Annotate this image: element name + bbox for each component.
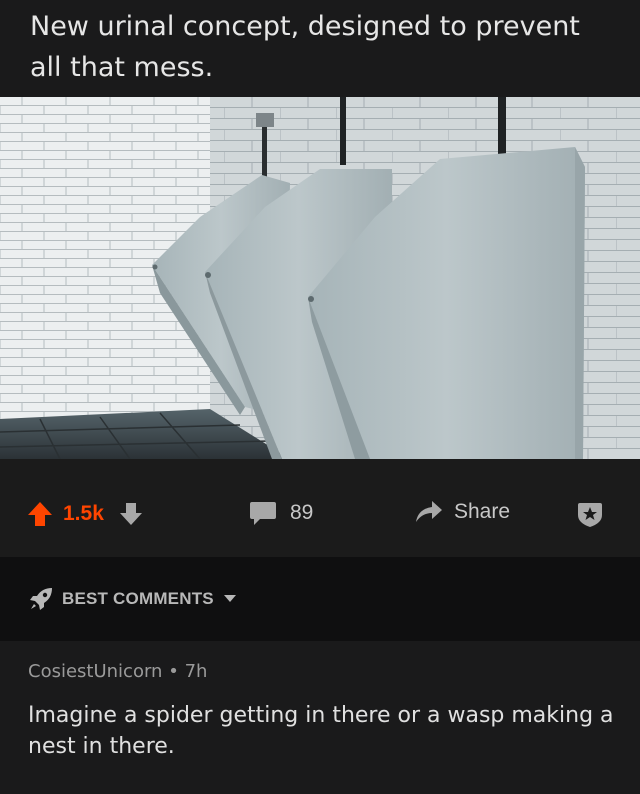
- rocket-icon: [30, 588, 52, 610]
- comments-button[interactable]: 89: [248, 499, 313, 527]
- comment-count: 89: [290, 501, 314, 524]
- comment-meta: CosiestUnicorn • 7h: [28, 661, 207, 682]
- post-title: New urinal concept, designed to prevent …: [30, 11, 580, 83]
- downvote-icon[interactable]: [118, 501, 144, 527]
- sort-label: BEST COMMENTS: [62, 589, 214, 608]
- sort-dropdown[interactable]: BEST COMMENTS: [28, 586, 236, 612]
- award-button[interactable]: [575, 499, 605, 533]
- vote-score: 1.5k: [63, 502, 104, 525]
- comment-author[interactable]: CosiestUnicorn: [28, 661, 162, 682]
- upvote-icon[interactable]: [25, 499, 55, 529]
- award-icon: [578, 503, 602, 527]
- post-image[interactable]: [0, 97, 640, 459]
- comment-body: Imagine a spider getting in there or a w…: [28, 703, 614, 759]
- share-button[interactable]: Share: [414, 499, 510, 525]
- comment-age: 7h: [184, 661, 208, 682]
- vote-controls: 1.5k: [25, 499, 144, 529]
- share-icon: [416, 501, 442, 522]
- chevron-down-icon: [223, 595, 236, 602]
- comment-icon: [250, 502, 276, 525]
- share-label: Share: [454, 500, 511, 523]
- meta-separator: •: [168, 661, 179, 682]
